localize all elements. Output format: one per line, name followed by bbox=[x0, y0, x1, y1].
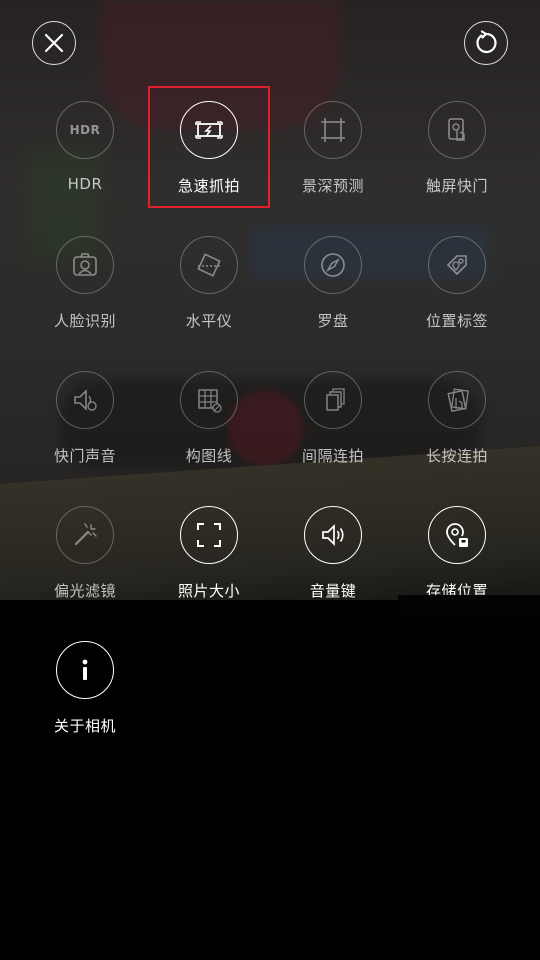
info-icon bbox=[82, 659, 88, 680]
menu-item-polarizer[interactable]: 偏光滤镜 bbox=[23, 506, 147, 626]
menu-item-label: 间隔连拍 bbox=[301, 447, 364, 465]
label-occlusion bbox=[398, 595, 540, 615]
menu-item-hdr[interactable]: HDR HDR bbox=[23, 101, 147, 221]
menu-item-location-tag[interactable]: 位置标签 bbox=[395, 236, 519, 356]
selection-highlight-box bbox=[148, 86, 270, 208]
interval-burst-icon bbox=[326, 388, 345, 411]
menu-item-about-camera[interactable]: 关于相机 bbox=[23, 641, 147, 761]
menu-item-shutter-sound[interactable]: 快门声音 bbox=[23, 371, 147, 491]
polarizer-icon bbox=[74, 523, 97, 546]
menu-item-interval-burst[interactable]: 间隔连拍 bbox=[271, 371, 395, 491]
long-press-burst-icon bbox=[447, 388, 469, 413]
menu-item-label: 构图线 bbox=[185, 447, 233, 465]
hdr-icon: HDR bbox=[56, 101, 114, 159]
menu-item-grid-lines[interactable]: 构图线 bbox=[147, 371, 271, 491]
menu-item-label: 照片大小 bbox=[177, 582, 240, 600]
level-icon bbox=[197, 253, 221, 277]
menu-item-face-recognition[interactable]: 人脸识别 bbox=[23, 236, 147, 356]
photo-size-icon bbox=[197, 523, 221, 547]
menu-item-label: HDR bbox=[67, 175, 103, 193]
camera-settings-grid: HDR HDR 急速抓拍 景深预测 触屏快门 人脸识别 水平仪 罗盘 位置标签 … bbox=[0, 0, 540, 960]
menu-item-label: 人脸识别 bbox=[53, 312, 116, 330]
grid-lines-icon bbox=[198, 389, 222, 413]
menu-item-level[interactable]: 水平仪 bbox=[147, 236, 271, 356]
menu-item-volume-key[interactable]: 音量键 bbox=[271, 506, 395, 626]
depth-of-field-icon bbox=[321, 118, 345, 142]
menu-item-label: 罗盘 bbox=[317, 312, 349, 330]
volume-key-icon bbox=[322, 523, 344, 547]
storage-location-icon bbox=[446, 523, 468, 547]
face-recognition-icon bbox=[73, 253, 97, 276]
location-tag-icon bbox=[446, 255, 467, 276]
menu-item-label: 关于相机 bbox=[53, 717, 116, 735]
menu-item-label: 长按连拍 bbox=[425, 447, 488, 465]
menu-item-compass[interactable]: 罗盘 bbox=[271, 236, 395, 356]
touch-shutter-icon bbox=[448, 118, 465, 141]
menu-item-label: 位置标签 bbox=[425, 312, 488, 330]
menu-item-label: 快门声音 bbox=[53, 447, 116, 465]
menu-item-label: 景深预测 bbox=[301, 177, 364, 195]
menu-item-long-press-burst[interactable]: 长按连拍 bbox=[395, 371, 519, 491]
menu-item-photo-size[interactable]: 照片大小 bbox=[147, 506, 271, 626]
menu-item-depth-of-field[interactable]: 景深预测 bbox=[271, 101, 395, 221]
menu-item-label: 水平仪 bbox=[185, 312, 233, 330]
menu-item-label: 触屏快门 bbox=[425, 177, 488, 195]
menu-item-label: 偏光滤镜 bbox=[53, 582, 116, 600]
menu-item-touch-shutter[interactable]: 触屏快门 bbox=[395, 101, 519, 221]
menu-item-label: 音量键 bbox=[309, 582, 357, 600]
shutter-sound-icon bbox=[74, 389, 97, 411]
compass-icon bbox=[321, 253, 345, 277]
